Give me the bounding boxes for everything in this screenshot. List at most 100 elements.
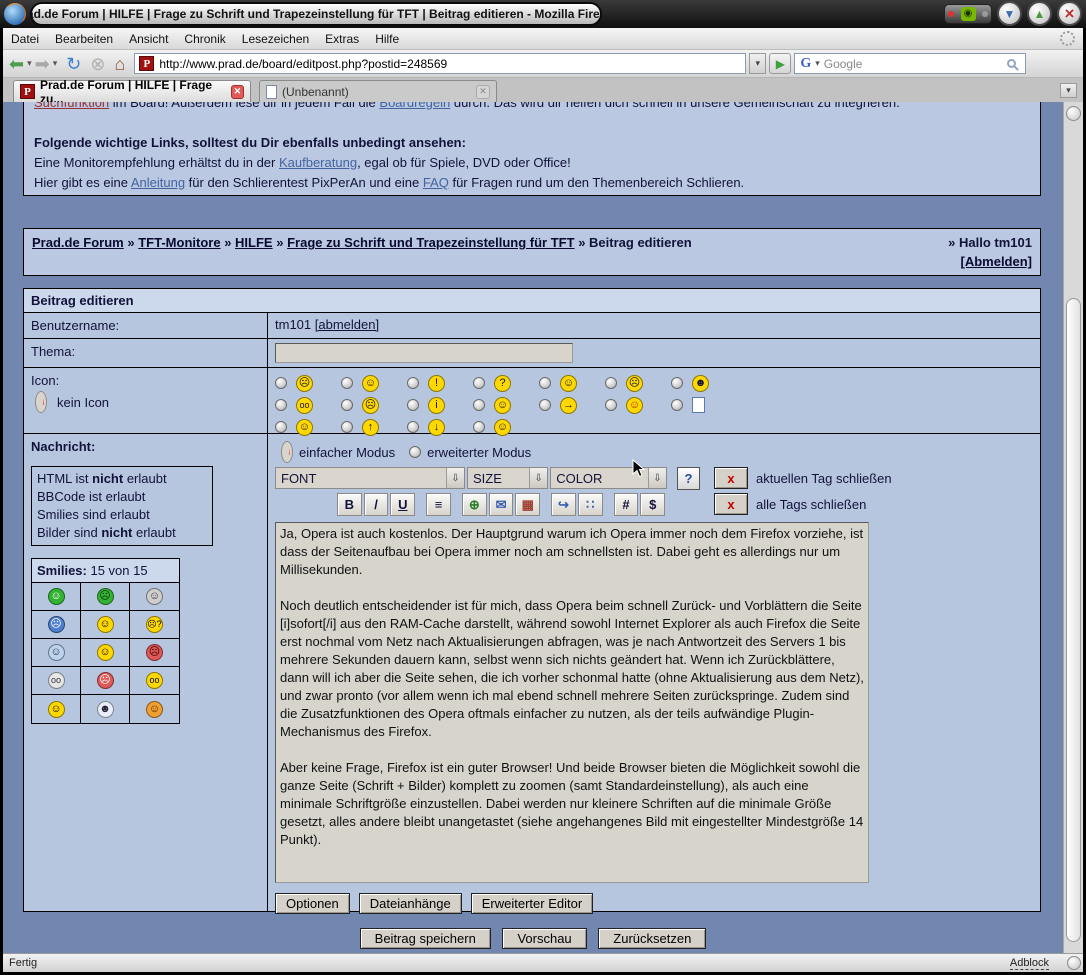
menu-datei[interactable]: Datei [3, 29, 47, 49]
post-icon-confused-radio[interactable] [341, 399, 353, 411]
maximize-button[interactable]: ▲ [1027, 1, 1052, 26]
smiley-mad-red[interactable]: ☹ [130, 639, 179, 667]
smiley-green-grin[interactable]: ☺ [32, 583, 81, 611]
font-select[interactable]: FONT⇩ [275, 467, 465, 489]
abmelden-link[interactable]: [Abmelden] [961, 254, 1033, 269]
kaufberatung-link[interactable]: Kaufberatung [279, 155, 357, 170]
size-select[interactable]: SIZE⇩ [467, 467, 548, 489]
post-icon-attachment-page-radio[interactable] [671, 399, 683, 411]
vertical-scrollbar[interactable] [1063, 102, 1083, 953]
smiley-grin-orange[interactable]: ☺ [130, 695, 179, 723]
menu-lesezeichen[interactable]: Lesezeichen [234, 29, 317, 49]
abmelden-inline-link[interactable]: [abmelden] [315, 317, 379, 332]
beitrag-speichern-button[interactable]: Beitrag speichern [360, 928, 491, 949]
zuruecksetzen-button[interactable]: Zurücksetzen [598, 928, 706, 949]
post-icon-eek-radio[interactable] [275, 399, 287, 411]
nvidia-tray-widget[interactable]: ◉ [944, 4, 992, 24]
simple-mode-radio[interactable] [281, 441, 293, 463]
menu-bearbeiten[interactable]: Bearbeiten [47, 29, 121, 49]
link-button[interactable]: ⊕ [462, 493, 487, 516]
smiley-shocked[interactable]: oo [130, 667, 179, 695]
post-icon-biggrin-radio[interactable] [539, 377, 551, 389]
smiley-laugh-blue[interactable]: ☺ [32, 639, 81, 667]
search-engine-dropdown-icon[interactable]: ▾ [815, 58, 820, 69]
crumb-hilfe-link[interactable]: HILFE [235, 235, 273, 250]
smiley-crying-blue[interactable]: ☹ [32, 611, 81, 639]
url-bar[interactable]: P http://www.prad.de/board/editpost.php?… [134, 53, 746, 74]
scrollbar-thumb[interactable] [1066, 298, 1081, 942]
tab-list-dropdown-icon[interactable]: ▾ [1060, 83, 1077, 98]
thema-input[interactable] [275, 343, 573, 363]
adblock-toggle[interactable]: Adblock [1010, 957, 1049, 970]
menu-hilfe[interactable]: Hilfe [367, 29, 407, 49]
url-history-dropdown-icon[interactable]: ▾ [749, 53, 766, 74]
forward-icon[interactable]: ➡ [35, 55, 50, 73]
menu-extras[interactable]: Extras [317, 29, 367, 49]
image-button[interactable]: ▦ [515, 493, 540, 516]
forward-dropdown-icon[interactable]: ▾ [53, 58, 58, 69]
post-icon-question-radio[interactable] [473, 377, 485, 389]
post-icon-embarrassed-radio[interactable] [275, 421, 287, 433]
php-button[interactable]: $ [640, 493, 665, 516]
post-icon-cool-radio[interactable] [671, 377, 683, 389]
home-icon[interactable]: ⌂ [114, 55, 125, 73]
bold-button[interactable]: B [337, 493, 362, 516]
boardregeln-link[interactable]: Boardregeln [379, 102, 450, 110]
quote-button[interactable]: ↪ [551, 493, 576, 516]
faq-link[interactable]: FAQ [423, 175, 449, 190]
suchfunktion-link[interactable]: Suchfunktion [34, 102, 109, 110]
smiley-green-mad[interactable]: ☹ [81, 583, 130, 611]
extended-mode-radio[interactable] [409, 446, 421, 458]
stop-icon[interactable]: ⊗ [90, 55, 105, 73]
search-icon[interactable] [1007, 59, 1016, 68]
post-icon-frown-radio[interactable] [275, 377, 287, 389]
optionen-button[interactable]: Optionen [275, 893, 350, 914]
anleitung-link[interactable]: Anleitung [131, 175, 185, 190]
back-dropdown-icon[interactable]: ▾ [27, 58, 32, 69]
smiley-cool-shades[interactable]: ☻ [81, 695, 130, 723]
tab-close-icon[interactable]: ✕ [231, 85, 244, 99]
post-icon-arrow-radio[interactable] [539, 399, 551, 411]
color-select[interactable]: COLOR⇩ [550, 467, 667, 489]
crumb-tft-link[interactable]: TFT-Monitore [138, 235, 220, 250]
search-box[interactable]: G ▾ Google [794, 53, 1026, 74]
crumb-thread-link[interactable]: Frage zu Schrift und Trapezeinstellung f… [287, 235, 574, 250]
dateianhaenge-button[interactable]: Dateianhänge [359, 893, 462, 914]
post-icon-sad-radio[interactable] [605, 377, 617, 389]
scroll-down-button[interactable] [1067, 956, 1081, 970]
minimize-button[interactable]: ▼ [997, 1, 1022, 26]
post-icon-happy-radio[interactable] [473, 421, 485, 433]
scroll-up-button[interactable] [1066, 106, 1081, 121]
post-icon-arrow-down-radio[interactable] [407, 421, 419, 433]
reload-icon[interactable]: ↻ [66, 55, 81, 73]
crumb-forum-link[interactable]: Prad.de Forum [32, 235, 124, 250]
erweiterter-editor-button[interactable]: Erweiterter Editor [471, 893, 593, 914]
vorschau-button[interactable]: Vorschau [502, 928, 586, 949]
tab-close-icon[interactable]: ✕ [476, 85, 490, 99]
underline-button[interactable]: U [390, 493, 415, 516]
smiley-biggrin[interactable]: ☺ [81, 611, 130, 639]
smiley-smile[interactable]: ☺ [81, 639, 130, 667]
go-button[interactable]: ▶ [769, 53, 791, 74]
smiley-confused-question[interactable]: ☹? [130, 611, 179, 639]
smiley-eek-gray[interactable]: oo [32, 667, 81, 695]
code-button[interactable]: # [614, 493, 639, 516]
email-button[interactable]: ✉ [489, 493, 514, 516]
smiley-tongue-gray[interactable]: ☺ [130, 583, 179, 611]
list-button[interactable]: ∷ [578, 493, 603, 516]
post-icon-exclaim-radio[interactable] [407, 377, 419, 389]
tab-unbenannt[interactable]: (Unbenannt) ✕ [259, 80, 497, 102]
align-center-button[interactable]: ≡ [426, 493, 451, 516]
post-icon-smile-radio[interactable] [473, 399, 485, 411]
no-icon-radio[interactable] [35, 391, 47, 413]
help-button[interactable]: ? [677, 467, 700, 490]
post-icon-idea-radio[interactable] [407, 399, 419, 411]
post-icon-wink-radio[interactable] [341, 377, 353, 389]
close-button[interactable]: × [1057, 1, 1082, 26]
menu-ansicht[interactable]: Ansicht [121, 29, 176, 49]
tab-prad-forum[interactable]: P Prad.de Forum | HILFE | Frage zu... ✕ [13, 80, 251, 102]
post-icon-arrow-up-radio[interactable] [341, 421, 353, 433]
menu-chronik[interactable]: Chronik [176, 29, 233, 49]
search-input[interactable]: Google [824, 57, 1004, 71]
post-icon-tongue-radio[interactable] [605, 399, 617, 411]
